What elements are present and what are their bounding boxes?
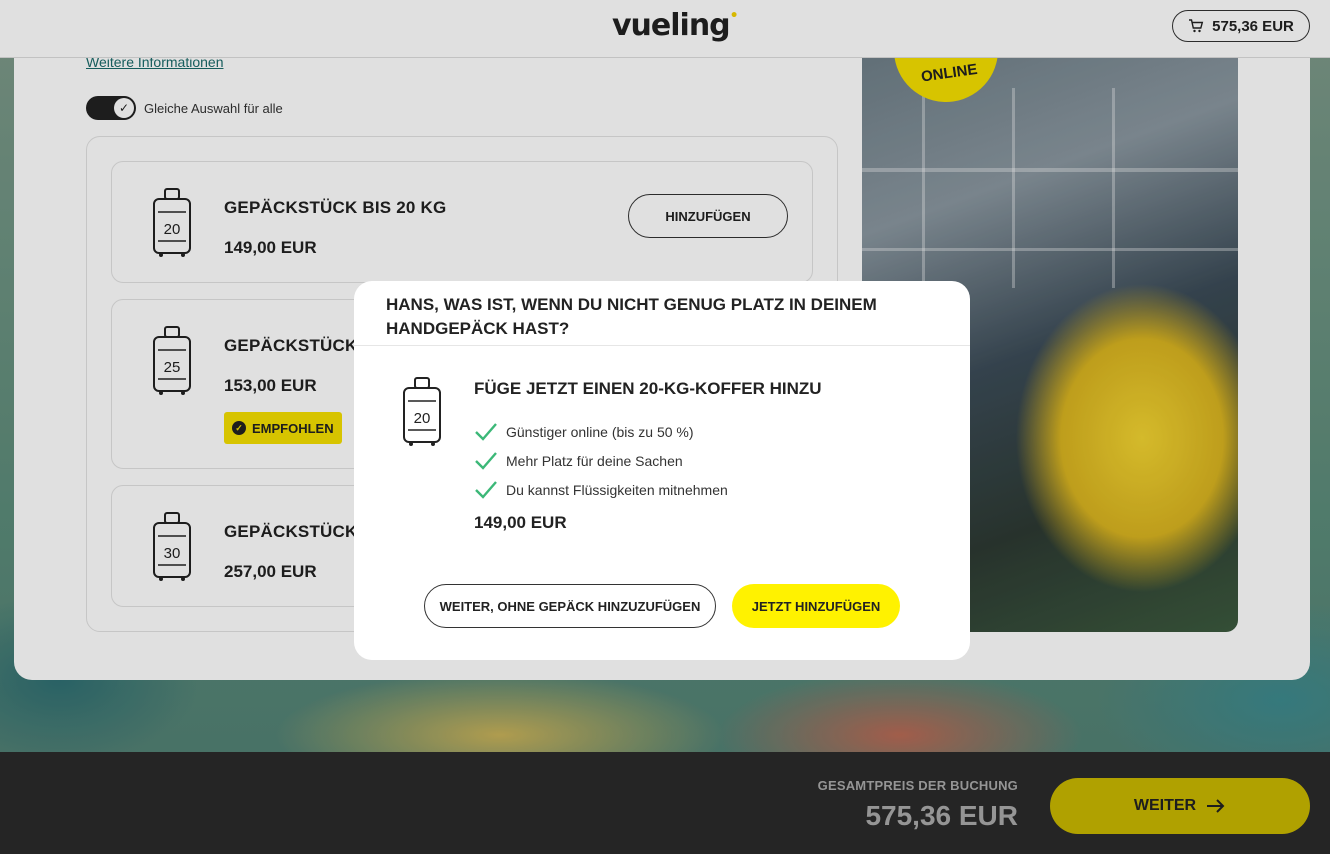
upsell-dialog: HANS, WAS IST, WENN DU NICHT GENUG PLATZ… bbox=[354, 281, 970, 660]
divider bbox=[354, 345, 970, 346]
benefit-item: Du kannst Flüssigkeiten mitnehmen bbox=[474, 475, 728, 504]
check-icon bbox=[475, 422, 497, 441]
suitcase-20-icon: 20 bbox=[403, 377, 441, 446]
svg-text:20: 20 bbox=[414, 410, 431, 427]
add-now-button[interactable]: JETZT HINZUFÜGEN bbox=[732, 584, 900, 628]
check-icon bbox=[475, 451, 497, 470]
benefit-item: Mehr Platz für deine Sachen bbox=[474, 446, 728, 475]
dialog-subtitle: FÜGE JETZT EINEN 20-KG-KOFFER HINZU bbox=[474, 379, 822, 398]
benefit-item: Günstiger online (bis zu 50 %) bbox=[474, 417, 728, 446]
check-icon bbox=[475, 480, 497, 499]
dialog-price: 149,00 EUR bbox=[474, 513, 567, 532]
continue-without-bag-button[interactable]: WEITER, OHNE GEPÄCK HINZUZUFÜGEN bbox=[424, 584, 716, 628]
dialog-title: HANS, WAS IST, WENN DU NICHT GENUG PLATZ… bbox=[386, 295, 877, 338]
benefits-list: Günstiger online (bis zu 50 %) Mehr Plat… bbox=[474, 417, 728, 504]
